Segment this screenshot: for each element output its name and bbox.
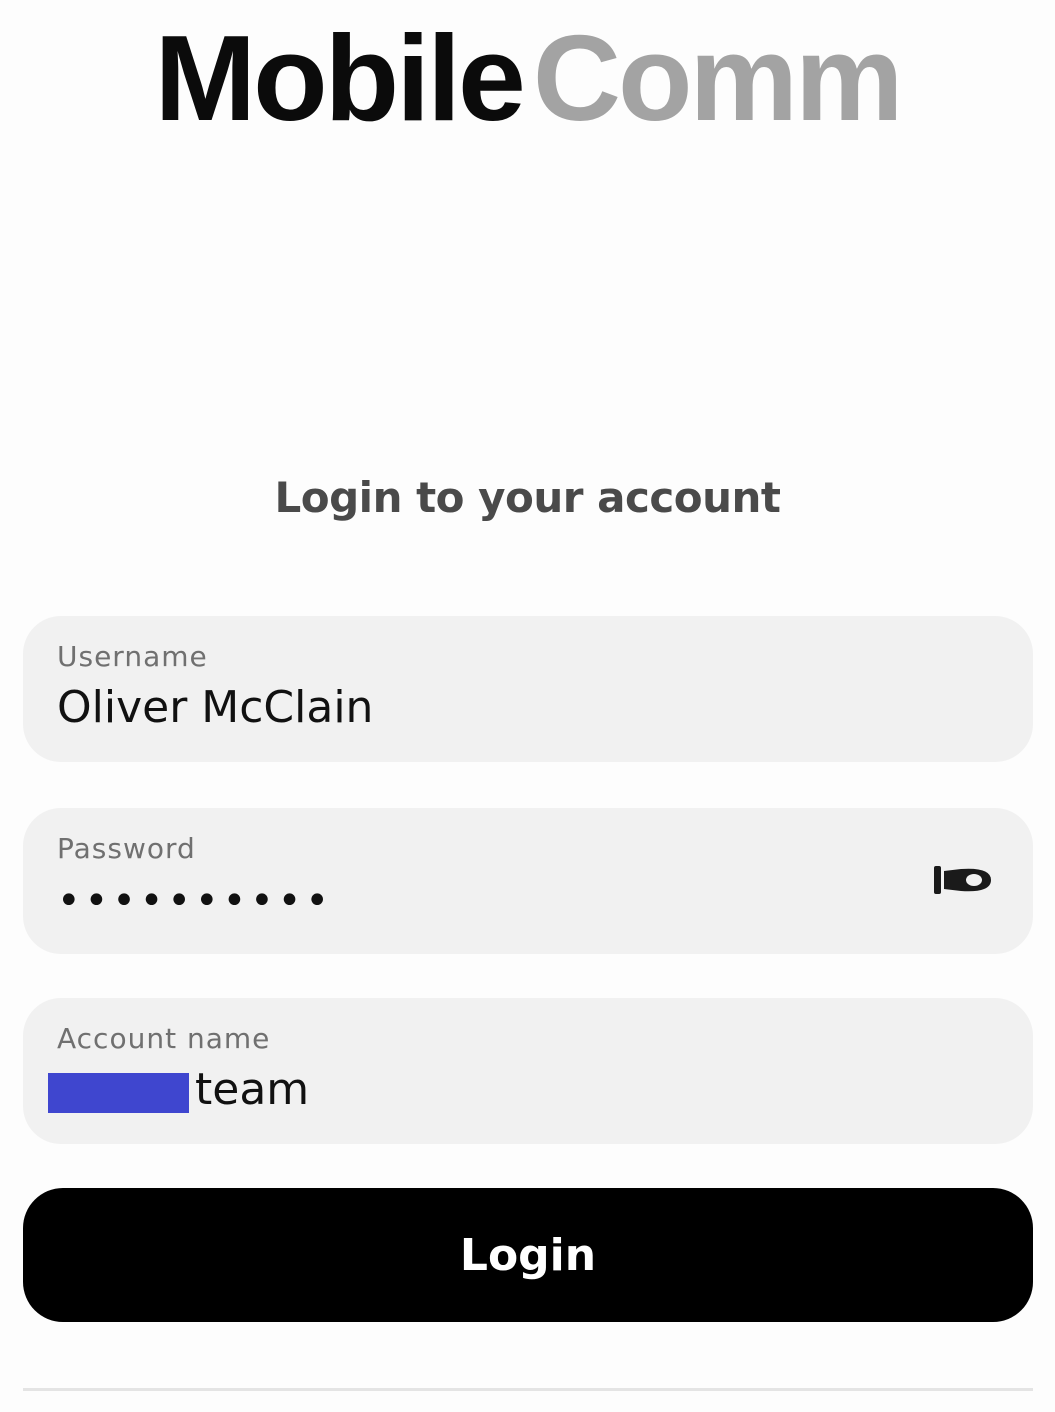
password-label: Password — [57, 832, 196, 865]
eye-icon[interactable] — [933, 863, 993, 897]
username-field[interactable]: Username Oliver McClain — [23, 616, 1033, 762]
redacted-block — [48, 1072, 189, 1113]
password-input[interactable]: •••••••••• — [57, 878, 333, 924]
bottom-divider — [23, 1388, 1033, 1391]
login-button[interactable]: Login — [23, 1188, 1033, 1322]
logo-text-mobile: Mobile — [154, 10, 526, 146]
account-name-input[interactable]: team — [48, 1064, 309, 1115]
account-name-field[interactable]: Account name team — [23, 998, 1033, 1144]
username-input[interactable]: Oliver McClain — [57, 682, 373, 733]
account-name-label: Account name — [57, 1022, 271, 1055]
logo-text-comm: Comm — [532, 10, 904, 146]
password-field[interactable]: Password •••••••••• — [23, 808, 1033, 954]
app-logo: MobileComm — [0, 17, 1055, 139]
account-name-suffix: team — [195, 1064, 310, 1115]
username-label: Username — [57, 640, 208, 673]
page-title: Login to your account — [274, 473, 782, 522]
